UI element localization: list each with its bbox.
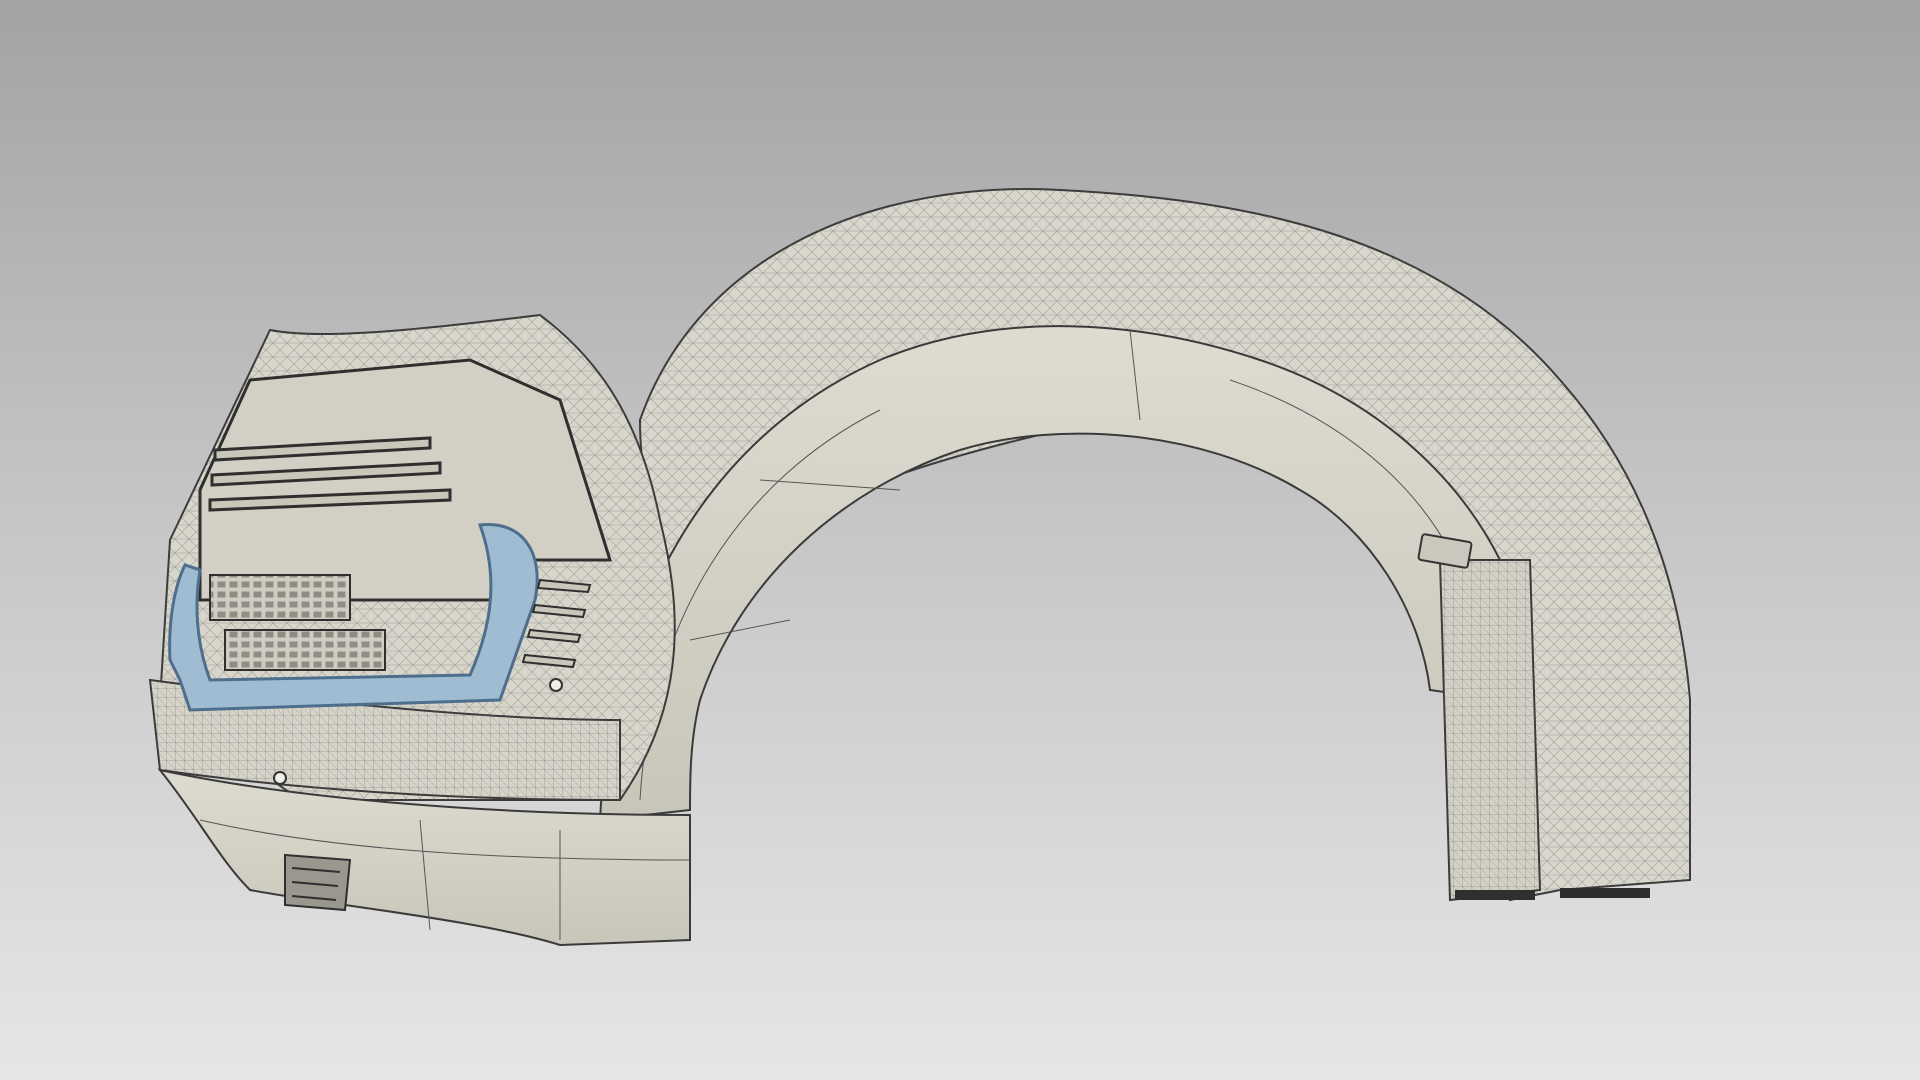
upper-grille-slats [208, 436, 452, 512]
parking-sensor-left [273, 771, 287, 785]
cad-model-render[interactable] [0, 0, 1920, 1080]
lower-grille-lower [224, 629, 386, 671]
lower-grille-upper [209, 574, 351, 621]
fender-bottom-bracket [1455, 890, 1535, 900]
front-bumper-assembly[interactable] [148, 313, 691, 947]
parking-sensor-right [549, 678, 563, 692]
wheel-arch-fender[interactable] [598, 188, 1691, 902]
3d-viewport[interactable] [0, 0, 1920, 1080]
